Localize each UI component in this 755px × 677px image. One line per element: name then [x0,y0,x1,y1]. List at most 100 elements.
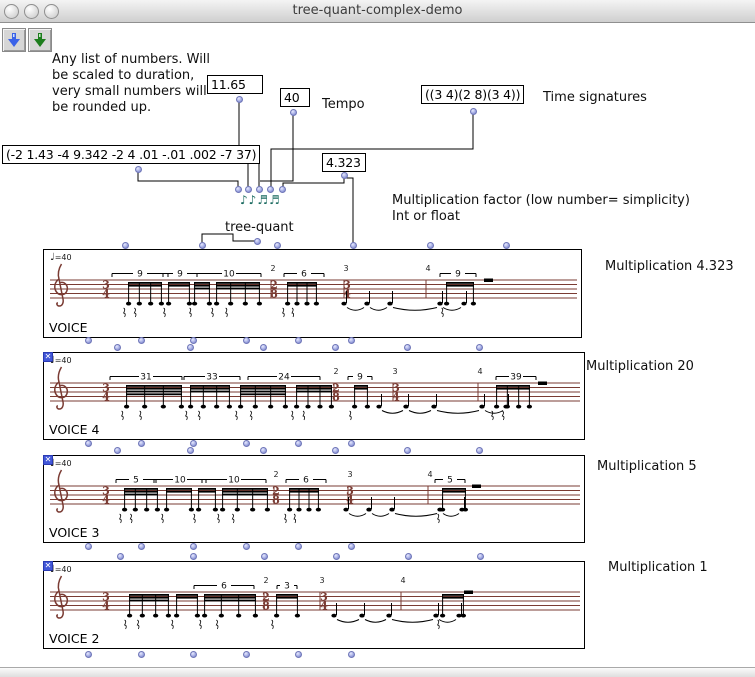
svg-text:24: 24 [278,373,290,383]
app-window: tree-quant-complex-demo Any list of numb… [0,0,755,677]
connection-port[interactable] [190,651,197,658]
svg-text:2: 2 [273,470,278,479]
connection-port[interactable] [267,186,274,193]
connection-port[interactable] [427,242,434,249]
svg-text:33: 33 [206,373,217,383]
window-title: tree-quant-complex-demo [0,3,755,18]
svg-text:6: 6 [221,582,227,592]
connection-port[interactable] [295,337,302,344]
svg-text:4: 4 [425,264,430,273]
title-bar[interactable]: tree-quant-complex-demo [0,0,755,23]
connection-port[interactable] [348,651,355,658]
connection-port[interactable] [405,553,412,560]
svg-text:9: 9 [357,373,363,383]
svg-text:3: 3 [392,367,397,376]
svg-text:10: 10 [228,476,240,486]
connection-port[interactable] [295,543,302,550]
connection-port[interactable] [117,553,124,560]
connection-port[interactable] [470,108,477,115]
svg-text:4: 4 [477,367,482,376]
connection-port[interactable] [295,440,302,447]
connection-port[interactable] [254,238,261,245]
voice-name: VOICE [49,320,87,335]
score-notation: 342834234313324939 [44,353,582,437]
connection-port[interactable] [199,242,206,249]
tempo-mark: ♩=40 [50,252,72,263]
connection-port[interactable] [138,440,145,447]
connection-port[interactable] [85,440,92,447]
svg-text:3: 3 [284,582,290,592]
tempo-mark: ♩=40 [50,355,72,366]
connection-port[interactable] [138,337,145,344]
svg-text:4: 4 [320,600,328,613]
connection-port[interactable] [290,109,297,116]
connection-port[interactable] [348,440,355,447]
svg-text:4: 4 [102,494,110,507]
connection-port[interactable] [85,337,92,344]
connection-port[interactable] [114,447,121,454]
score-editor-box[interactable]: ✕♩=40VOICE 234283423463 [43,561,585,649]
connection-port[interactable] [476,447,483,454]
connection-port[interactable] [235,186,242,193]
score-editor-box[interactable]: ♩=40VOICE342834234991069 [43,249,582,338]
connection-port[interactable] [261,553,268,560]
voice-name: VOICE 3 [49,525,99,540]
svg-text:8: 8 [262,600,270,613]
connection-port[interactable] [503,242,510,249]
patch-canvas[interactable]: Any list of numbers. Will be scaled to d… [0,23,755,668]
connection-port[interactable] [260,344,267,351]
connection-port[interactable] [190,543,197,550]
connection-port[interactable] [245,186,252,193]
tempo-mark: ♩=40 [50,564,72,575]
connection-port[interactable] [138,651,145,658]
svg-text:10: 10 [223,270,235,280]
connection-port[interactable] [190,553,197,560]
connection-port[interactable] [114,344,121,351]
connection-port[interactable] [476,344,483,351]
connection-port[interactable] [260,447,267,454]
connection-port[interactable] [333,553,340,560]
svg-text:4: 4 [400,576,405,585]
connection-port[interactable] [187,344,194,351]
svg-text:4: 4 [427,470,432,479]
connection-port[interactable] [274,242,281,249]
score-notation: 342834234991069 [44,250,579,335]
connection-port[interactable] [332,344,339,351]
svg-text:4: 4 [102,391,110,404]
connection-port[interactable] [85,651,92,658]
svg-text:3: 3 [343,264,348,273]
connection-port[interactable] [243,543,250,550]
connection-port[interactable] [350,242,357,249]
connection-port[interactable] [190,337,197,344]
connection-port[interactable] [236,96,243,103]
connection-port[interactable] [243,440,250,447]
connection-port[interactable] [135,166,142,173]
horizontal-scrollbar[interactable] [0,667,755,677]
connection-port[interactable] [404,447,411,454]
score-notation: 3428342345101065 [44,456,582,540]
svg-text:2: 2 [270,264,275,273]
connection-port[interactable] [295,651,302,658]
connection-port[interactable] [256,186,263,193]
connection-port[interactable] [279,186,286,193]
score-editor-box[interactable]: ✕♩=40VOICE 4342834234313324939 [43,352,585,440]
connection-port[interactable] [243,651,250,658]
connection-port[interactable] [138,543,145,550]
connection-port[interactable] [243,337,250,344]
connection-port[interactable] [348,337,355,344]
connection-port[interactable] [332,447,339,454]
connection-port[interactable] [85,543,92,550]
connection-port[interactable] [122,242,129,249]
connection-port[interactable] [187,447,194,454]
connection-port[interactable] [341,172,348,179]
connection-port[interactable] [477,553,484,560]
score-editor-box[interactable]: ✕♩=40VOICE 33428342345101065 [43,455,585,543]
connection-port[interactable] [190,440,197,447]
svg-text:4: 4 [346,494,354,507]
connection-port[interactable] [348,543,355,550]
voice-name: VOICE 2 [49,631,99,646]
svg-text:6: 6 [303,476,309,486]
svg-text:3: 3 [319,576,324,585]
connection-port[interactable] [404,344,411,351]
svg-text:4: 4 [102,288,110,301]
